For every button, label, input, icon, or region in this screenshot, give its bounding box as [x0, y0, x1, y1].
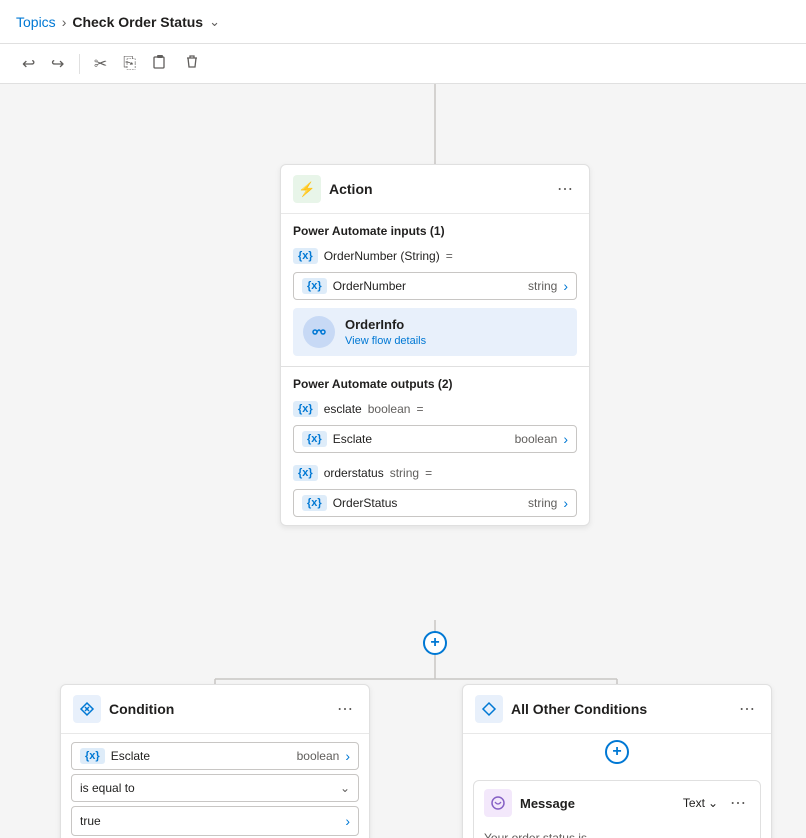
action-icon: ⚡ [293, 175, 321, 203]
var-badge-input1: {x} [293, 248, 318, 264]
add-node-button[interactable]: + [423, 631, 447, 655]
delete-button[interactable] [178, 49, 206, 78]
out1-arrow-icon: › [563, 431, 568, 447]
message-body: Your order status is... [474, 825, 760, 838]
aoc-icon [475, 695, 503, 723]
cut-button[interactable]: ✂ [88, 50, 113, 78]
cond-var-badge: {x} [80, 748, 105, 764]
condition-node-title: Condition [109, 701, 325, 717]
out1-type: boolean [368, 402, 411, 416]
out1-vtype: boolean [515, 432, 558, 446]
message-title: Message [520, 796, 675, 811]
var-badge-out2: {x} [293, 465, 318, 481]
toolbar-divider [79, 54, 80, 74]
pa-output-row-2: {x} orderstatus string = [281, 461, 589, 485]
input1-param-row[interactable]: {x} OrderNumber string › [293, 272, 577, 300]
action-node-title: Action [329, 181, 545, 197]
order-info-text: OrderInfo View flow details [345, 317, 426, 347]
input1-name: OrderNumber (String) [324, 249, 440, 263]
lightning-icon: ⚡ [298, 181, 315, 198]
plus-icon: + [430, 634, 439, 652]
condition-param-row[interactable]: {x} Esclate boolean › [71, 742, 359, 770]
breadcrumb-chevron-icon[interactable]: ⌄ [209, 14, 220, 30]
message-type-label: Text [683, 796, 705, 810]
out1-equals: = [416, 402, 423, 416]
out2-arrow-icon: › [563, 495, 568, 511]
pa-input-row-1: {x} OrderNumber (String) = [281, 244, 589, 268]
breadcrumb-topics[interactable]: Topics [16, 14, 56, 30]
order-info-icon [303, 316, 335, 348]
canvas: ⚡ Action ⋯ Power Automate inputs (1) {x}… [0, 84, 806, 838]
message-icon [484, 789, 512, 817]
order-info-title: OrderInfo [345, 317, 426, 332]
output2-param-row[interactable]: {x} OrderStatus string › [293, 489, 577, 517]
action-node-header: ⚡ Action ⋯ [281, 165, 589, 214]
pa-output-row-1: {x} esclate boolean = [281, 397, 589, 421]
input1-type: string [528, 279, 557, 293]
value-row[interactable]: true › [71, 806, 359, 836]
out2-equals: = [425, 466, 432, 480]
var-badge-out1-val: {x} [302, 431, 327, 447]
out2-value: OrderStatus [333, 496, 522, 510]
paste-button[interactable] [146, 49, 174, 78]
out2-name: orderstatus [324, 466, 384, 480]
var-badge-out2-val: {x} [302, 495, 327, 511]
aoc-add-node-button[interactable]: + [605, 740, 629, 764]
out1-value: Esclate [333, 432, 509, 446]
operator-dropdown[interactable]: is equal to ⌄ [71, 774, 359, 802]
input1-value: OrderNumber [333, 279, 522, 293]
var-badge-input1-val: {x} [302, 278, 327, 294]
message-node-header: Message Text ⌄ ⋯ [474, 781, 760, 825]
aoc-node: All Other Conditions ⋯ + Message Text ⌄ [462, 684, 772, 838]
aoc-node-menu-button[interactable]: ⋯ [735, 697, 759, 721]
undo-button[interactable]: ↩ [16, 50, 41, 78]
view-flow-details-link[interactable]: View flow details [345, 335, 426, 347]
out2-vtype: string [528, 496, 557, 510]
breadcrumb-sep: › [62, 14, 67, 30]
action-node-menu-button[interactable]: ⋯ [553, 177, 577, 201]
top-bar: Topics › Check Order Status ⌄ [0, 0, 806, 44]
operator-chevron-icon: ⌄ [340, 781, 350, 795]
condition-node-header: Condition ⋯ [61, 685, 369, 734]
condition-value: true [80, 814, 101, 828]
operator-text: is equal to [80, 781, 135, 795]
message-node: Message Text ⌄ ⋯ Your order status is... [473, 780, 761, 838]
aoc-node-title: All Other Conditions [511, 701, 727, 717]
condition-node-menu-button[interactable]: ⋯ [333, 697, 357, 721]
order-info-card: OrderInfo View flow details [293, 308, 577, 356]
cond-param-value: Esclate [111, 749, 291, 763]
toolbar: ↩ ↩ ✂ ⎘ [0, 44, 806, 84]
message-type-button[interactable]: Text ⌄ [683, 796, 718, 810]
redo-button[interactable]: ↩ [45, 50, 70, 78]
input1-arrow-icon: › [563, 278, 568, 294]
copy-button[interactable]: ⎘ [117, 51, 142, 77]
out2-type: string [390, 466, 419, 480]
breadcrumb-current: Check Order Status [72, 14, 203, 30]
var-badge-out1: {x} [293, 401, 318, 417]
action-node: ⚡ Action ⋯ Power Automate inputs (1) {x}… [280, 164, 590, 526]
message-type-chevron-icon: ⌄ [708, 796, 718, 810]
input1-equals: = [446, 249, 453, 263]
message-node-menu-button[interactable]: ⋯ [726, 791, 750, 815]
pa-outputs-label: Power Automate outputs (2) [281, 367, 589, 397]
cond-arrow-icon: › [345, 748, 350, 764]
cond-param-type: boolean [297, 749, 340, 763]
pa-inputs-label: Power Automate inputs (1) [281, 214, 589, 244]
out1-name: esclate [324, 402, 362, 416]
output1-param-row[interactable]: {x} Esclate boolean › [293, 425, 577, 453]
aoc-plus-area: + [463, 734, 771, 770]
condition-node: Condition ⋯ {x} Esclate boolean › is equ… [60, 684, 370, 838]
value-arrow-icon: › [345, 813, 350, 829]
condition-icon [73, 695, 101, 723]
aoc-node-header: All Other Conditions ⋯ [463, 685, 771, 734]
